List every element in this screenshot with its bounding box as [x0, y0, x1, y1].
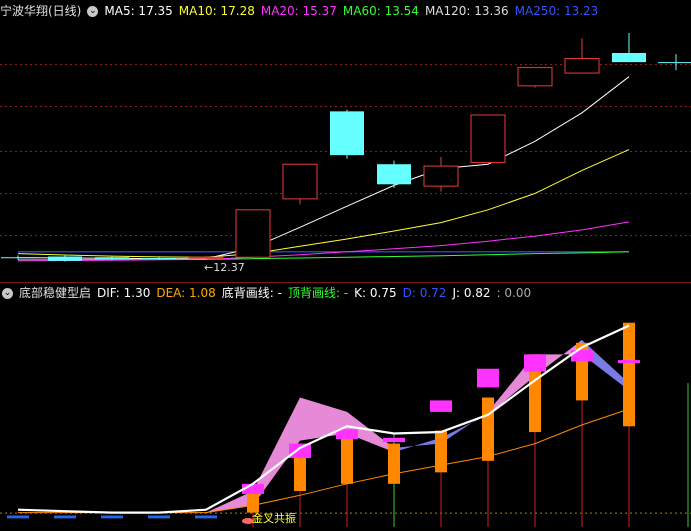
indicator-band-segment — [582, 339, 629, 391]
indicator-bar — [482, 397, 494, 461]
top-divergence-legend: 顶背画线: - — [287, 286, 349, 300]
candle-body-up — [188, 256, 224, 259]
indicator-bar-negative — [148, 515, 170, 519]
indicator-bar-negative — [7, 515, 29, 519]
ma20-legend: MA20: 15.37 — [260, 4, 337, 18]
ma10-line — [17, 149, 630, 258]
indicator-bar — [341, 433, 353, 484]
bottom-divergence-legend: 底背画线: - — [221, 286, 282, 300]
ma10-legend: MA10: 17.28 — [178, 4, 255, 18]
indicator-box — [477, 368, 499, 388]
candle-body-down — [612, 53, 646, 63]
golden-cross-annotation: 金叉共振 — [252, 512, 296, 525]
settings-dropdown-icon[interactable]: ⌄ — [87, 6, 99, 17]
k-legend: K: 0.75 — [354, 286, 397, 300]
extra-legend: : 0.00 — [496, 286, 532, 300]
ma250-legend: MA250: 13.23 — [514, 4, 599, 18]
candle-body-down — [48, 256, 82, 261]
indicator-dropdown-icon[interactable]: ⌄ — [2, 288, 13, 299]
low-price-annotation: ←12.37 — [204, 261, 245, 274]
candle-body-up — [423, 165, 459, 187]
ma120-legend: MA120: 13.36 — [424, 4, 509, 18]
candle-body-down — [1, 257, 35, 259]
candle-body-down — [95, 257, 129, 260]
candle-body-down — [330, 111, 364, 156]
candle-body-up — [564, 57, 600, 74]
ma60-legend: MA60: 13.54 — [342, 4, 419, 18]
candle-body-up — [517, 67, 553, 87]
indicator-header: ⌄ 底部稳健型启 DIF: 1.30 DEA: 1.08 底背画线: - 顶背画线: - K… — [0, 283, 537, 303]
indicator-name[interactable]: 底部稳健型启 — [19, 286, 91, 300]
indicator-bar-negative — [101, 515, 123, 519]
indicator-bar — [388, 443, 400, 484]
stock-title[interactable]: 宁波华翔(日线) — [0, 4, 81, 18]
d-legend: D: 0.72 — [402, 286, 447, 300]
stock-chart[interactable] — [0, 0, 691, 531]
indicator-bar-negative — [54, 515, 76, 519]
dif-legend: DIF: 1.30 — [97, 286, 151, 300]
candle-body-down — [377, 164, 411, 185]
candle-body-down — [142, 257, 176, 259]
dea-legend: DEA: 1.08 — [156, 286, 216, 300]
indicator-bar-negative — [195, 515, 217, 519]
indicator-box — [618, 360, 640, 364]
ma5-line — [17, 76, 630, 260]
indicator-box — [524, 354, 546, 372]
main-chart-header: 宁波华翔(日线) ⌄ MA5: 17.35 MA10: 17.28 MA20: 15.3… — [0, 1, 604, 21]
indicator-box — [430, 400, 452, 412]
indicator-box — [383, 437, 405, 443]
candle-body-up — [282, 163, 318, 200]
ma5-legend: MA5: 17.35 — [104, 4, 173, 18]
candle-body-up — [470, 114, 506, 163]
candle-body-up — [235, 209, 271, 258]
ma20-line — [17, 221, 630, 262]
j-legend: J: 0.82 — [452, 286, 491, 300]
indicator-box — [289, 443, 311, 458]
